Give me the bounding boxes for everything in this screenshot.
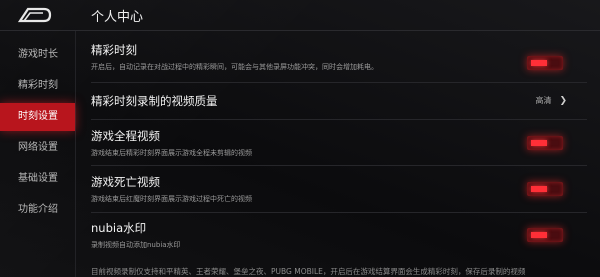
sidebar-divider <box>75 31 76 277</box>
toggle-knob <box>531 60 547 66</box>
sidebar-item-moment-settings[interactable]: 时刻设置 <box>0 103 75 131</box>
setting-description: 录制视频自动添加nubia水印 <box>91 241 181 249</box>
toggle-knob <box>531 232 547 238</box>
sidebar-item-network-settings[interactable]: 网络设置 <box>0 134 75 162</box>
sidebar-item-highlights[interactable]: 精彩时刻 <box>0 72 75 100</box>
watermark-toggle[interactable] <box>527 228 563 242</box>
setting-title: 精彩时刻 <box>91 43 137 57</box>
page-title: 个人中心 <box>91 10 144 25</box>
row-divider <box>91 212 587 213</box>
sidebar-item-basic-settings[interactable]: 基础设置 <box>0 165 75 193</box>
setting-row-video-quality[interactable]: 精彩时刻录制的视频质量 高清 ❯ <box>91 93 587 115</box>
setting-row-watermark: nubia水印 录制视频自动添加nubia水印 <box>91 220 587 254</box>
setting-row-death-video: 游戏死亡视频 游戏结束后红魔时刻界面展示游戏过程中死亡的视频 <box>91 174 587 208</box>
sidebar-item-feature-intro[interactable]: 功能介绍 <box>0 196 75 224</box>
death-video-toggle[interactable] <box>527 182 563 196</box>
sidebar-item-game-time[interactable]: 游戏时长 <box>0 41 75 69</box>
toggle-knob <box>531 140 547 146</box>
setting-title: 游戏全程视频 <box>91 129 160 143</box>
setting-title: nubia水印 <box>91 221 147 235</box>
setting-title: 游戏死亡视频 <box>91 175 160 189</box>
setting-row-highlights: 精彩时刻 开启后，自动记录在对战过程中的精彩瞬间，可能会与其他录屏功能冲突，同时… <box>91 42 587 80</box>
footer-note: 目前视频录制仅支持和平精英、王者荣耀、堡垒之夜、PUBG MOBILE，开启后在… <box>91 267 526 276</box>
full-video-toggle[interactable] <box>527 136 563 150</box>
highlights-toggle[interactable] <box>527 56 563 70</box>
row-divider <box>91 165 587 166</box>
quality-value[interactable]: 高清 ❯ <box>535 95 567 106</box>
setting-row-full-video: 游戏全程视频 游戏结束后精彩时刻界面展示游戏全程未剪辑的视频 <box>91 128 587 162</box>
quality-value-text: 高清 <box>535 96 552 105</box>
row-divider <box>91 119 587 120</box>
setting-title: 精彩时刻录制的视频质量 <box>91 94 218 108</box>
setting-description: 游戏结束后精彩时刻界面展示游戏全程未剪辑的视频 <box>91 149 252 157</box>
header-divider <box>0 30 600 31</box>
sidebar: 游戏时长 精彩时刻 时刻设置 网络设置 基础设置 功能介绍 <box>0 36 75 277</box>
row-divider <box>91 82 587 83</box>
logo-area[interactable] <box>0 0 70 30</box>
setting-description: 游戏结束后红魔时刻界面展示游戏过程中死亡的视频 <box>91 195 252 203</box>
chevron-right-icon: ❯ <box>559 96 567 106</box>
toggle-knob <box>531 186 547 192</box>
logo-icon <box>18 7 52 23</box>
setting-description: 开启后，自动记录在对战过程中的精彩瞬间，可能会与其他录屏功能冲突，同时会增加耗电… <box>91 63 378 71</box>
